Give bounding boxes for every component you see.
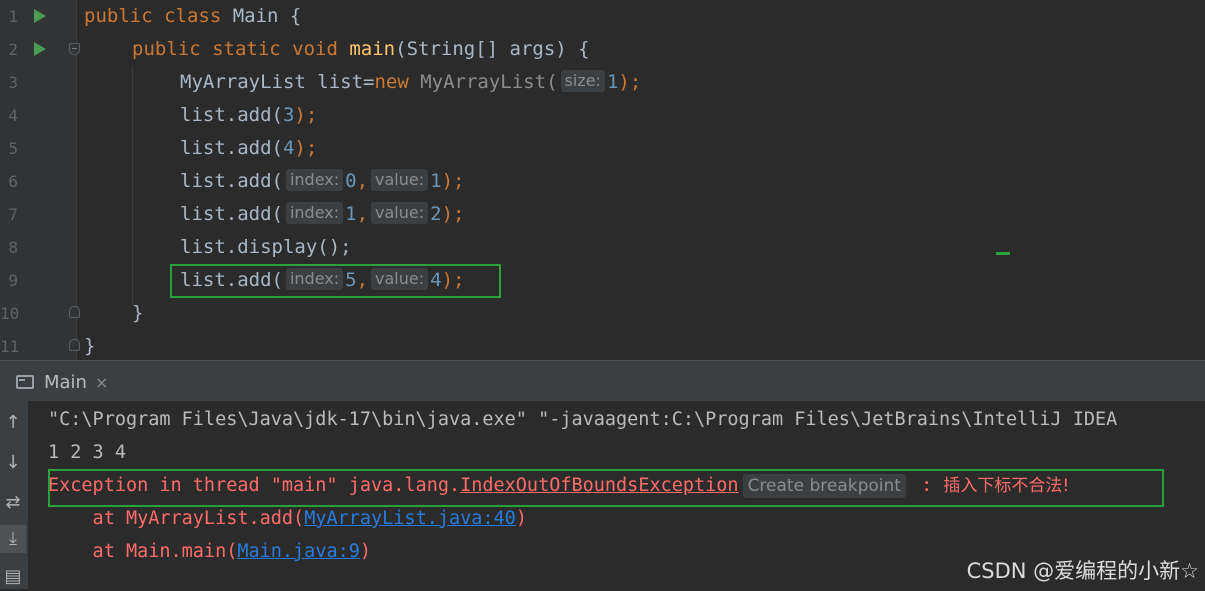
run-tool-window-header: Main × (0, 361, 1205, 402)
code-text: list.add( (180, 203, 283, 225)
code-editor[interactable]: 1 2 3 4 5 6 7 8 9 10 11 public class Mai… (0, 0, 1205, 360)
console-tab-icon (16, 375, 34, 389)
run-main-icon[interactable] (34, 42, 46, 56)
code-line-4: list.add(3); (180, 99, 1205, 132)
code-text: (String[] args) { (395, 38, 589, 60)
text-caret (996, 252, 1010, 255)
arrow-up-icon[interactable]: ↑ (0, 409, 26, 437)
watermark: CSDN @爱编程的小新☆ (967, 555, 1199, 585)
keyword: new (374, 71, 408, 93)
parameter-hint: index: (286, 169, 343, 191)
number-literal: 1 (345, 203, 356, 225)
scroll-to-end-icon[interactable]: ⤓ (0, 525, 26, 553)
line-number: 4 (0, 99, 18, 132)
code-text: MyArrayList( (409, 71, 558, 93)
line-number: 7 (0, 198, 18, 231)
code-text: } (84, 335, 95, 357)
parameter-hint: value: (371, 169, 428, 191)
parameter-hint: value: (371, 202, 428, 224)
annotation-box-line-9 (170, 264, 501, 298)
stack-trace-line: at Main.main(Main.java:9) (48, 535, 371, 568)
tab-main[interactable]: Main × (16, 369, 108, 395)
parameter-hint: index: (286, 202, 343, 224)
code-line-11: } (84, 330, 1205, 360)
console-output-line: 1 2 3 4 (48, 436, 126, 469)
number-literal: 1 (607, 71, 618, 93)
keyword: public static void (132, 38, 338, 60)
trace-link[interactable]: MyArrayList.java:40 (304, 508, 516, 529)
code-line-10: } (132, 297, 1205, 330)
console-toolbar: ↑ ↓ ⇄ ⤓ ▤ (0, 401, 28, 589)
tab-label: Main (44, 372, 87, 393)
number-literal: 0 (345, 170, 356, 192)
console-command-line: "C:\Program Files\Java\jdk-17\bin\java.e… (48, 403, 1117, 436)
code-text: list.add( (180, 170, 283, 192)
number-literal: 2 (430, 203, 441, 225)
code-line-7: list.add(index:1,value:2); (180, 198, 1205, 231)
code-line-1: public class Main { (84, 0, 1205, 33)
print-icon[interactable]: ▤ (0, 563, 26, 591)
arrow-down-icon[interactable]: ↓ (0, 449, 26, 477)
line-number: 11 (0, 330, 18, 360)
code-text: ); (442, 203, 465, 225)
keyword: public class (84, 5, 221, 27)
code-text: list.add( (180, 104, 283, 126)
number-literal: 4 (283, 137, 294, 159)
run-class-icon[interactable] (34, 9, 46, 23)
trace-link[interactable]: Main.java:9 (237, 541, 360, 562)
editor-gutter: 1 2 3 4 5 6 7 8 9 10 11 (0, 0, 77, 360)
line-number: 6 (0, 165, 18, 198)
code-text: ); (442, 170, 465, 192)
code-line-2: public static void main(String[] args) { (132, 33, 1205, 66)
line-number: 1 (0, 0, 18, 33)
code-text: , (357, 203, 368, 225)
code-text: ); (294, 137, 317, 159)
code-text: list.display(); (180, 236, 352, 258)
number-literal: 1 (430, 170, 441, 192)
trace-suffix: ) (360, 541, 371, 562)
trace-suffix: ) (516, 508, 527, 529)
line-number: 5 (0, 132, 18, 165)
code-text: Main { (221, 5, 301, 27)
code-text: list.add( (180, 137, 283, 159)
close-icon[interactable]: × (95, 373, 108, 392)
code-line-8: list.display(); (180, 231, 1205, 264)
code-line-3: MyArrayList list=new MyArrayList(size:1)… (180, 66, 1205, 99)
soft-wrap-icon[interactable]: ⇄ (0, 489, 26, 517)
code-text: MyArrayList list= (180, 71, 374, 93)
code-area[interactable]: public class Main { public static void m… (76, 0, 1205, 360)
code-text: } (132, 302, 143, 324)
number-literal: 3 (283, 104, 294, 126)
trace-prefix: at MyArrayList.add( (48, 508, 304, 529)
line-number: 10 (0, 297, 18, 330)
code-text: , (357, 170, 368, 192)
line-number: 9 (0, 264, 18, 297)
code-line-6: list.add(index:0,value:1); (180, 165, 1205, 198)
indent-guide (132, 66, 133, 306)
parameter-hint: size: (561, 70, 605, 92)
line-number: 3 (0, 66, 18, 99)
code-line-5: list.add(4); (180, 132, 1205, 165)
line-number: 2 (0, 33, 18, 66)
code-text: ); (294, 104, 317, 126)
line-number: 8 (0, 231, 18, 264)
code-text: ); (618, 71, 641, 93)
trace-prefix: at Main.main( (48, 541, 237, 562)
annotation-box-exception (48, 469, 1164, 507)
method-name: main (349, 38, 395, 60)
